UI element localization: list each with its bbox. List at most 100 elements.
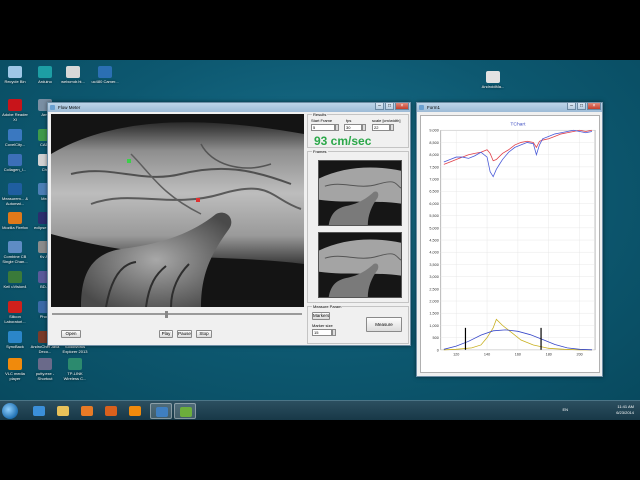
androidma-icon: [486, 71, 500, 83]
syncback-icon: [8, 331, 22, 343]
y-tick-label: 6,500: [429, 190, 438, 194]
desktop-icon-label: AndroidMa...: [481, 84, 505, 89]
y-tick-label: 6,000: [429, 202, 438, 206]
minimize-button[interactable]: –: [375, 103, 384, 110]
close-button[interactable]: ×: [395, 103, 409, 110]
slider-thumb[interactable]: [165, 311, 168, 318]
keil-icon: [8, 271, 22, 283]
flow-meter-window[interactable]: Flow Meter – □ × Open Play Pause Stop Re…: [47, 102, 411, 346]
measure-params-group: Measure Param Markers Marker size 15 Mea…: [307, 304, 409, 344]
start-frame-label: Start Frame: [311, 118, 333, 123]
form1-window[interactable]: Form1 – □ × TChart 0 500 1,000 1,500 2,000 2,5…: [416, 102, 603, 377]
desktop-icon-collagen[interactable]: Collagen_I...: [0, 154, 30, 172]
desktop-icon-mozilla-firefox[interactable]: Mozilla Firefox: [0, 212, 30, 230]
desktop-icon-label: Collagen_I...: [3, 167, 27, 172]
desktop-icon-label: Measurem... & Automat...: [1, 196, 28, 206]
app-icon: [50, 105, 55, 110]
measure-button[interactable]: Measure: [366, 317, 402, 332]
vlc-icon: [8, 358, 22, 370]
webcmdr-icon: [66, 66, 80, 78]
taskbar-app-explorer[interactable]: [52, 403, 74, 419]
desktop-icon-arduino[interactable]: Arduino: [30, 66, 60, 84]
measure-params-label: Measure Param: [312, 304, 343, 309]
scale-spinner[interactable]: [390, 124, 394, 131]
desktop-icon-putty[interactable]: putty.exe - Shortcut: [30, 358, 60, 381]
scale-label: scale [cm/width]: [372, 118, 401, 123]
desktop-icon-androidma[interactable]: AndroidMa...: [478, 71, 508, 89]
flow-meter-title: Flow Meter: [58, 105, 81, 110]
desktop-icon-syncback[interactable]: SyncBack: [0, 331, 30, 349]
desktop-icon-label: uc480 Camer...: [91, 79, 119, 84]
minimize-button[interactable]: –: [567, 103, 576, 110]
flow-meter-titlebar[interactable]: Flow Meter – □ ×: [48, 103, 410, 112]
scale-input[interactable]: 22: [372, 124, 390, 131]
marker-size-spinner[interactable]: [332, 329, 336, 336]
y-tick-label: 4,000: [429, 251, 438, 255]
desktop-icon-label: webcmdr.ht...: [61, 79, 85, 84]
desktop-icon-adobe-reader[interactable]: Adobe Reader XI: [0, 99, 30, 122]
y-tick-label: 8,500: [429, 141, 438, 145]
y-tick-label: 2,000: [429, 300, 438, 304]
open-button[interactable]: Open: [61, 330, 81, 338]
form1-titlebar[interactable]: Form1 – □ ×: [417, 103, 602, 112]
app-active-2-icon: [180, 407, 192, 417]
y-tick-label: 0: [437, 348, 439, 352]
desktop-icon-uc480[interactable]: uc480 Camer...: [90, 66, 120, 84]
x-tick-label: 140: [484, 353, 490, 357]
start-button[interactable]: [2, 403, 18, 419]
desktop-icon-measurements[interactable]: Measurem... & Automat...: [0, 183, 30, 206]
taskbar-app-ie[interactable]: [28, 403, 50, 419]
playback-slider[interactable]: [52, 311, 302, 318]
desktop-icon-tp-link[interactable]: TP-LINK Wireless C...: [60, 358, 90, 381]
desktop-icon-label: TP-LINK Wireless C...: [63, 371, 87, 381]
y-tick-label: 5,000: [429, 226, 438, 230]
window-controls: – □ ×: [374, 103, 409, 111]
system-clock[interactable]: 11:41 AM 6/23/2014: [616, 404, 634, 416]
desktop-icon-webcmdr[interactable]: webcmdr.ht...: [58, 66, 88, 84]
desktop-icon-keil[interactable]: Keil uVision4: [0, 271, 30, 289]
speed-readout: 93 cm/sec: [314, 134, 372, 148]
desktop-icon-combine-cb[interactable]: Combine CB Single Chan...: [0, 241, 30, 264]
desktop-icon-label: Silicon Laboratori...: [4, 314, 26, 324]
taskbar-app-vlc[interactable]: [124, 403, 146, 419]
maximize-button[interactable]: □: [577, 103, 586, 110]
frame-thumbnail-2: [318, 232, 402, 298]
vlc-icon: [129, 406, 141, 416]
maximize-button[interactable]: □: [385, 103, 394, 110]
taskbar: EN 11:41 AM 6/23/2014: [0, 400, 640, 420]
chart-title: TChart: [510, 121, 526, 127]
desktop-icon-covelcity[interactable]: CovelCity...: [0, 129, 30, 147]
desktop-icon-silicon-labs[interactable]: Silicon Laboratori...: [0, 301, 30, 324]
start-frame-spinner[interactable]: [335, 124, 339, 131]
video-frame[interactable]: [51, 114, 304, 307]
desktop-icon-vlc[interactable]: VLC media player: [0, 358, 30, 381]
desktop: Recycle Bin Arduino webcmdr.ht... uc480 Cam…: [0, 60, 640, 420]
language-indicator[interactable]: EN: [562, 407, 568, 412]
arduino-icon: [38, 66, 52, 78]
close-button[interactable]: ×: [587, 103, 601, 110]
y-tick-label: 1,000: [429, 324, 438, 328]
y-tick-label: 5,500: [429, 214, 438, 218]
desktop-icon-label: Keil uVision4: [3, 284, 27, 289]
fps-input[interactable]: 30: [344, 124, 362, 131]
desktop-icon-label: putty.exe - Shortcut: [35, 371, 55, 381]
mozilla-firefox-icon: [8, 212, 22, 224]
tchart[interactable]: TChart 0 500 1,000 1,500 2,000 2,500 3,000 3,500…: [420, 115, 600, 373]
taskbar-app-firefox[interactable]: [100, 403, 122, 419]
desktop-icon-label: Recycle Bin: [4, 79, 26, 84]
stop-button[interactable]: Stop: [196, 330, 212, 338]
taskbar-app-media[interactable]: [76, 403, 98, 419]
play-button[interactable]: Play: [159, 330, 173, 338]
y-tick-label: 3,000: [429, 275, 438, 279]
pause-button[interactable]: Pause: [177, 330, 192, 338]
markers-button[interactable]: Markers: [312, 312, 330, 320]
desktop-icon-recycle-bin[interactable]: Recycle Bin: [0, 66, 30, 84]
start-frame-input[interactable]: 5: [311, 124, 335, 131]
window-controls: – □ ×: [566, 103, 601, 111]
marker-size-input[interactable]: 15: [312, 329, 332, 336]
app-icon: [419, 105, 424, 110]
taskbar-app-app-active-2[interactable]: [174, 403, 196, 419]
x-tick-label: 180: [546, 353, 552, 357]
taskbar-app-app-active-1[interactable]: [150, 403, 172, 419]
fps-spinner[interactable]: [362, 124, 366, 131]
